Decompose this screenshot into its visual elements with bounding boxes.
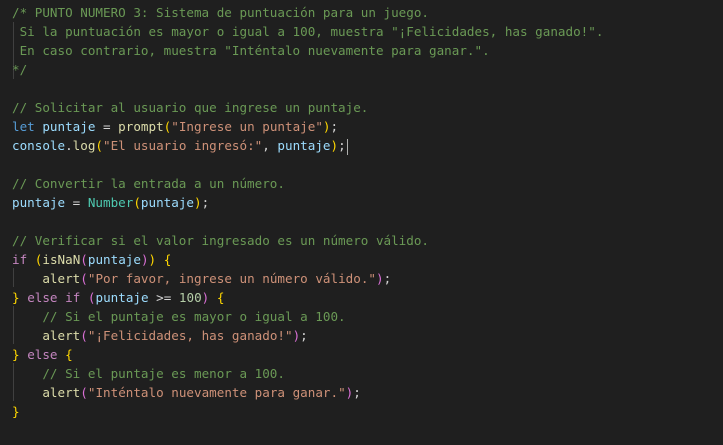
text-cursor [346,138,349,155]
code-token-string: "El usuario ingresó:" [103,138,263,153]
code-token-bracket1: { [65,347,73,362]
code-line[interactable]: /* PUNTO NUMERO 3: Sistema de puntuación… [12,3,429,22]
code-token-bracket1: ( [133,195,141,210]
code-editor[interactable]: /* PUNTO NUMERO 3: Sistema de puntuación… [0,0,723,445]
code-line[interactable]: En caso contrario, muestra "Inténtalo nu… [12,41,490,60]
code-token-function: alert [42,328,81,343]
code-token-punct: ; [383,271,392,286]
code-token-bracket1: ) [330,138,339,153]
code-line[interactable]: alert("¡Felicidades, has ganado!"); [12,326,308,345]
code-token-control: if [12,252,28,267]
code-token-punct: ; [330,119,339,134]
code-token-bracket1: ) [194,195,202,210]
code-token-punct [12,385,42,400]
code-token-comment: En caso contrario, muestra "Inténtalo nu… [12,43,490,58]
code-token-punct [58,347,66,362]
code-line[interactable]: */ [12,60,27,79]
code-token-punct: , [262,138,278,153]
code-token-bracket1: { [216,290,225,305]
code-token-bracket1: } [12,290,20,305]
code-token-punct [12,328,42,343]
code-token-function: alert [42,271,81,286]
code-token-type: Number [87,195,134,210]
code-token-bracket2: ) [140,252,149,267]
code-token-keyword: let [12,119,35,134]
code-token-function: prompt [118,119,164,134]
code-token-bracket2: ( [80,252,88,267]
code-token-string: "Ingrese un puntaje" [171,119,323,134]
code-token-variable: puntaje [140,195,194,210]
code-token-variable: puntaje [277,138,331,153]
code-token-punct: ; [353,385,361,400]
code-token-punct [12,271,42,286]
code-token-punct: = [65,195,88,210]
code-token-bracket2: ( [80,385,88,400]
code-token-punct: = [95,119,119,134]
code-line[interactable]: // Verificar si el valor ingresado es un… [12,231,429,250]
code-line[interactable]: Si la puntuación es mayor o igual a 100,… [12,22,604,41]
code-token-control: else [27,347,58,362]
code-token-number: 100 [178,290,202,305]
code-token-comment: // Convertir la entrada a un número. [12,176,285,191]
code-token-variable: puntaje [87,252,141,267]
code-token-comment: // Verificar si el valor ingresado es un… [12,233,430,248]
code-token-punct [12,309,42,324]
code-token-function: log [72,138,96,153]
code-line[interactable]: } else { [12,345,73,364]
code-token-comment: Si la puntuación es mayor o igual a 100,… [12,24,604,39]
code-token-punct: >= [148,290,179,305]
code-token-bracket2: ) [375,271,384,286]
code-token-bracket1: { [163,252,172,267]
code-line[interactable]: } else if (puntaje >= 100) { [12,288,224,307]
code-token-control: else [27,290,58,305]
code-line[interactable]: // Si el puntaje es mayor o igual a 100. [12,307,346,326]
code-token-function: isNaN [42,252,81,267]
code-token-punct: ; [300,328,308,343]
code-line[interactable]: // Convertir la entrada a un número. [12,174,285,193]
code-token-string: "Inténtalo nuevamente para ganar." [87,385,346,400]
code-token-punct: ; [338,138,346,153]
code-token-bracket2: ( [80,271,88,286]
code-token-bracket2: ( [80,328,88,343]
code-token-bracket1: } [12,404,20,419]
code-token-string: "¡Felicidades, has ganado!" [87,328,293,343]
code-token-bracket1: ) [148,252,157,267]
code-line[interactable]: let puntaje = prompt("Ingrese un puntaje… [12,117,338,136]
code-token-bracket1: ( [95,138,104,153]
code-token-comment: // Si el puntaje es menor a 100. [42,366,285,381]
code-token-punct: . [65,138,73,153]
code-line[interactable]: if (isNaN(puntaje)) { [12,250,171,269]
code-token-comment: /* PUNTO NUMERO 3: Sistema de puntuación… [12,5,430,20]
code-line[interactable]: puntaje = Number(puntaje); [12,193,209,212]
code-token-control: if [65,290,81,305]
code-token-bracket1: } [12,347,20,362]
code-token-function: alert [42,385,81,400]
code-token-punct [27,252,35,267]
code-token-string: "Por favor, ingrese un número válido." [87,271,376,286]
code-token-comment: // Solicitar al usuario que ingrese un p… [12,100,369,115]
code-token-punct [12,366,42,381]
code-token-variable: puntaje [12,195,66,210]
code-token-bracket1: ) [322,119,331,134]
code-token-variable: puntaje [42,119,96,134]
code-line[interactable]: // Solicitar al usuario que ingrese un p… [12,98,368,117]
code-token-punct [80,290,88,305]
code-line[interactable]: console.log("El usuario ingresó:", punta… [12,136,349,155]
code-token-variable: console [12,138,66,153]
code-token-punct [156,252,164,267]
code-line[interactable]: } [12,402,20,421]
code-line[interactable]: alert("Inténtalo nuevamente para ganar."… [12,383,361,402]
code-line[interactable]: alert("Por favor, ingrese un número váli… [12,269,391,288]
code-token-punct: ; [201,195,210,210]
code-token-comment: */ [12,62,28,77]
code-token-punct [58,290,66,305]
code-token-variable: puntaje [95,290,149,305]
code-token-punct [209,290,217,305]
code-line[interactable]: // Si el puntaje es menor a 100. [12,364,285,383]
code-token-comment: // Si el puntaje es mayor o igual a 100. [42,309,346,324]
